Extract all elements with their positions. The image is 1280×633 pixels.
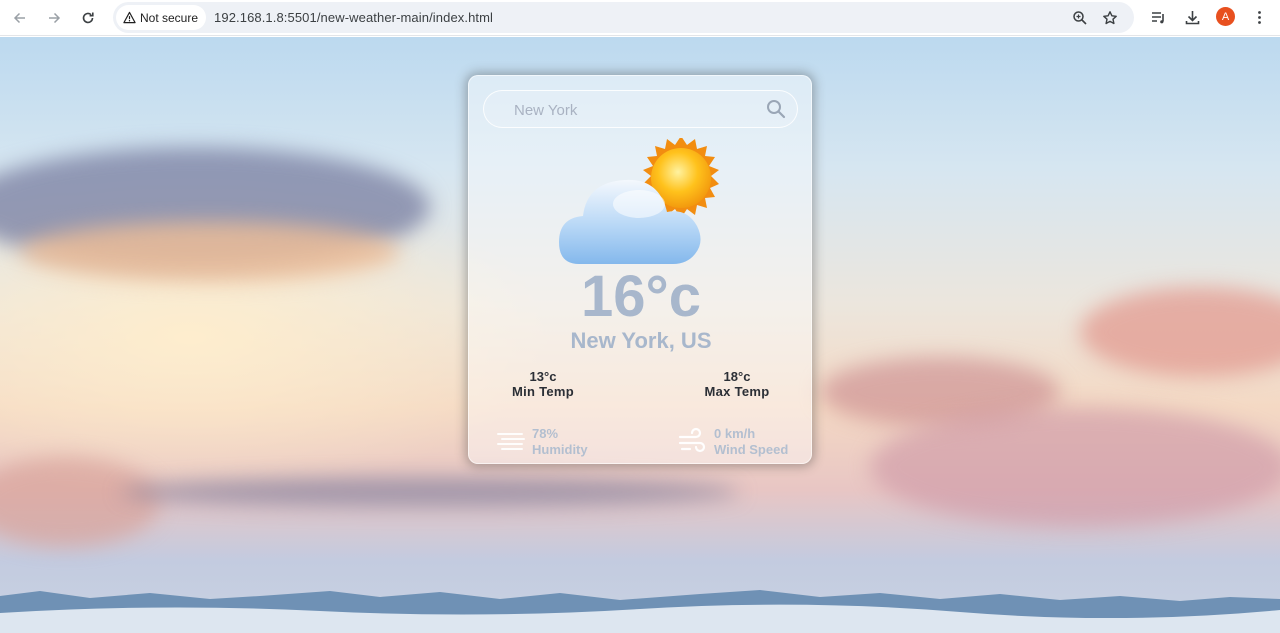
humidity-icon [497,433,525,450]
reload-icon [82,12,94,24]
weather-page: 16°c New York, US 13°c Min Temp 18°c Max… [0,37,1280,633]
arrow-left-icon [13,12,25,24]
profile-avatar[interactable]: A [1216,7,1235,26]
wind-detail: 0 km/h Wind Speed [678,426,788,458]
wind-icon [678,427,706,453]
mountain-range [0,590,1280,633]
background-cloud [1080,287,1280,377]
background-cloud [20,222,400,282]
reload-button[interactable] [77,7,99,29]
min-temp: 13°c Min Temp [488,369,598,399]
wind-speed-value: 0 km/h [714,426,756,441]
arrow-right-icon [49,12,61,24]
humidity-label: Humidity [532,442,588,457]
browser-menu-button[interactable] [1249,7,1269,27]
search-bar [483,90,798,128]
weather-card: 16°c New York, US 13°c Min Temp 18°c Max… [468,75,812,464]
min-temp-value: 13°c [529,369,557,384]
partly-cloudy-icon [559,138,719,264]
security-label: Not secure [140,10,199,25]
max-temp-value: 18°c [723,369,751,384]
search-icon[interactable] [766,99,786,119]
humidity-detail: 78% Humidity [496,426,588,458]
background-cloud [0,457,160,547]
background-cloud [120,477,740,507]
wind-speed-label: Wind Speed [714,442,789,457]
star-icon [1103,11,1117,25]
zoom-button[interactable] [1071,9,1089,27]
url-text[interactable]: 192.168.1.8:5501/new-weather-main/index.… [214,10,493,25]
city-name: New York, US [570,328,712,353]
more-vertical-icon [1257,10,1261,24]
back-button[interactable] [9,7,31,29]
reading-list-button[interactable] [1148,7,1168,27]
max-temp-label: Max Temp [704,384,770,399]
downloads-button[interactable] [1182,7,1202,27]
download-icon [1185,10,1199,24]
zoom-icon [1073,11,1087,25]
browser-toolbar: Not secure 192.168.1.8:5501/new-weather-… [0,0,1280,36]
forward-button[interactable] [43,7,65,29]
site-security-chip[interactable]: Not secure [116,5,207,30]
address-bar[interactable]: Not secure 192.168.1.8:5501/new-weather-… [113,2,1134,33]
humidity-value: 78% [532,426,559,441]
city-search-input[interactable] [512,100,752,120]
background-cloud [870,407,1280,527]
warning-icon [123,11,136,24]
temperature-value: 16°c [581,264,701,329]
min-temp-label: Min Temp [511,384,575,399]
bookmark-button[interactable] [1101,9,1119,27]
playlist-icon [1151,11,1164,23]
max-temp: 18°c Max Temp [682,369,792,399]
